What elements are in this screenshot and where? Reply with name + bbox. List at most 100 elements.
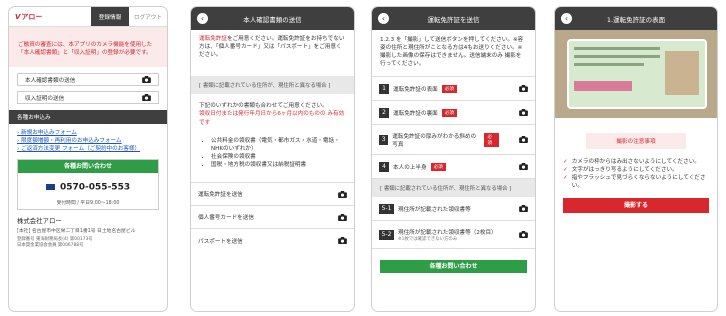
send-list: 運転免許証を送信 個人番号カードを送信 パスポートを送信 [191, 182, 354, 252]
link-label: 限度額増額・再利用のお申込みフォーム [21, 138, 122, 145]
section-title: 各種お申込み [9, 110, 167, 125]
header: ‹ 運転免許証を送信 [372, 7, 535, 30]
tab-registration[interactable]: 登録情報 [91, 7, 129, 26]
instructions: 1.2.3 を「撮影」して送信ボタンを押してください。※容姿の住所と現住所がこと… [380, 37, 524, 68]
page-title: 運転免許証を送信 [427, 15, 480, 24]
camera-icon [338, 190, 347, 198]
page-title: 1.運転免許証の表面 [606, 15, 666, 24]
check-list: ✓ カメラの枠からはみ出さないようにしてください。 ✓ 文字がはっきり写るようにして… [555, 149, 717, 190]
address-band: [ 書類に記載されている住所が、現住所と異なる場合 ] [372, 179, 535, 198]
step-label: 運転免許証の表面 [393, 86, 438, 93]
contact-button[interactable]: 各種お問い合わせ [380, 260, 527, 274]
step-note: ※1枚では確認できない方のみ [398, 236, 458, 242]
screen-license-front: ‹ 1.運転免許証の表面 撮影の注意事項 ✓ カメラの枠からはみ出さないようにして… [554, 6, 718, 312]
link-label: ご返済方法変更 フォーム（ご契約中のお客様） [21, 146, 141, 153]
intro-highlight: 運転免許証 [199, 36, 227, 42]
camera-icon [519, 231, 528, 239]
upload-list: 本人確認書類の送信 収入証明の送信 [9, 67, 167, 110]
back-icon[interactable]: ‹ [561, 13, 572, 24]
header: ‹ 1.運転免許証の表面 [555, 7, 717, 30]
step-number: 5-2 [379, 229, 394, 240]
contact-box: 各種お問い合わせ 0570-055-553 受付時間 / 平日9:00〜18:0… [17, 158, 159, 210]
back-icon[interactable]: ‹ [378, 13, 389, 24]
check-text: 文字がはっきり写るようにしてください。 [571, 167, 678, 174]
camera-preview [555, 30, 717, 118]
camera-icon [519, 136, 528, 144]
camera-icon [519, 205, 528, 213]
screen-id-documents: ‹ 本人確認書類の送信 運転免許証をご用意ください。運転免許証をお持ちでない方は… [190, 6, 355, 312]
required-badge: 必須 [441, 84, 457, 93]
upload-id-button[interactable]: 本人確認書類の送信 [17, 73, 159, 87]
step-label: 運転免許証の厚みがわかる斜めの写真 [392, 133, 477, 148]
photo-icon [665, 51, 699, 95]
link-label: 新規お申込みフォーム [21, 130, 77, 137]
send-license-button[interactable]: 運転免許証を送信 [191, 183, 354, 207]
upload-income-button[interactable]: 収入証明の送信 [17, 91, 159, 105]
camera-icon [338, 213, 347, 221]
step-number: 4 [379, 161, 389, 172]
send-mynumber-button[interactable]: 個人番号カードを送信 [191, 206, 354, 230]
list-item: 社会保険の領収書 [211, 153, 346, 161]
card-stripe [574, 81, 632, 91]
step-number: 5-1 [379, 203, 394, 214]
notice-text: ご融資の審査には、本アプリのカメラ機能を使用した「本人確認書類」と「収入証明」の… [18, 42, 153, 57]
caution-area: 撮影の注意事項 [555, 118, 717, 149]
step-number: 2 [379, 107, 389, 118]
address-band: [ 書類に記載されている住所が、現住所と異なる場合 ] [191, 76, 354, 95]
note-text: 下記のいずれかの書類も合わせてご用意ください。 [199, 103, 328, 110]
required-badge: 必須 [430, 162, 446, 171]
card-line [574, 55, 660, 58]
association-number: 日本貸金業協会会員 第006788号 [17, 242, 84, 248]
send-label: パスポートを送信 [198, 238, 243, 245]
camera-icon [519, 163, 528, 171]
step-4[interactable]: 4 本人の上半身 必須 [372, 155, 535, 180]
check-icon: ✓ [563, 167, 568, 174]
step-2[interactable]: 2 運転免許証の裏面 必須 [372, 101, 535, 126]
required-badge: 必須 [484, 132, 499, 147]
camera-icon [519, 85, 528, 93]
bullet-list: 公共料金の領収書（電気・都市ガス・水道・電話・NHKのいずれか） 社会保険の領収… [211, 137, 346, 169]
check-icon: ✓ [563, 159, 568, 165]
camera-icon [142, 76, 151, 84]
phone-row[interactable]: 0570-055-553 [18, 173, 158, 199]
step-1[interactable]: 1 運転免許証の表面 必須 [372, 77, 535, 102]
step-label: 現住所が記載された領収書等（2枚目） [398, 229, 497, 236]
card-line [574, 63, 644, 66]
check-icon: ✓ [563, 175, 568, 182]
back-icon[interactable]: ‹ [197, 13, 208, 24]
contact-button[interactable]: 各種お問い合わせ [18, 159, 158, 173]
top-bar: V アロー 登録情報 ログアウト [9, 7, 167, 27]
check-item: ✓ カメラの枠からはみ出さないようにしてください。 [563, 158, 709, 166]
caution-label[interactable]: 撮影の注意事項 [586, 133, 686, 149]
note-warning: 領収日付または発行年月日から6ヶ月以内のものの み有効です [199, 111, 345, 126]
send-label: 運転免許証を送信 [198, 192, 243, 199]
check-item: ✓ 文字がはっきり写るようにしてください。 [563, 166, 709, 174]
screen-home: V アロー 登録情報 ログアウト ご融資の審査には、本アプリのカメラ機能を使用した… [8, 6, 168, 312]
shoot-button[interactable]: 撮影する [563, 198, 709, 214]
link-increase-limit[interactable]: › 限度額増額・再利用のお申込みフォーム [17, 137, 159, 145]
notice-box: ご融資の審査には、本アプリのカメラ機能を使用した「本人確認書類」と「収入証明」の… [9, 27, 167, 68]
step-5-1[interactable]: 5-1 現住所が記載された領収書等 [372, 197, 535, 222]
upload-income-label: 収入証明の送信 [25, 95, 65, 102]
step-list: 1 運転免許証の表面 必須 2 運転免許証の裏面 必須 3 運転免許証の厚みがわかる斜めの… [372, 76, 535, 180]
card-line [574, 47, 660, 50]
page-title: 本人確認書類の送信 [243, 15, 302, 24]
step-number: 1 [379, 83, 389, 94]
check-text: カメラの枠からはみ出さないようにしてください。 [571, 159, 700, 165]
step-label: 運転免許証の裏面 [393, 110, 438, 117]
step-label: 本人の上半身 [393, 164, 427, 171]
link-new-application[interactable]: › 新規お申込みフォーム [17, 129, 159, 137]
camera-icon [519, 109, 528, 117]
camera-icon [142, 94, 151, 102]
tab-logout[interactable]: ログアウト [129, 7, 167, 26]
company-address: [本社] 名古屋市中区栄二丁目1番1号 日土地名古屋ビル [17, 228, 136, 234]
company-info: 株式会社アロー [本社] 名古屋市中区栄二丁目1番1号 日土地名古屋ビル 登録番… [9, 210, 167, 254]
check-text: 指やフラッシュで見づらくならないようにしてください。 [571, 175, 706, 190]
intro: 運転免許証をご用意ください。運転免許証をお持ちでない方は、「個人番号カード」又は… [191, 30, 354, 64]
send-passport-button[interactable]: パスポートを送信 [191, 229, 354, 252]
link-list: › 新規お申込みフォーム › 限度額増額・再利用のお申込みフォーム › ご返済方… [9, 124, 167, 158]
step-5-2[interactable]: 5-2 現住所が記載された領収書等（2枚目） ※1枚では確認できない方のみ [372, 221, 535, 250]
address-notes: 下記のいずれかの書類も合わせてご用意ください。 領収日付または発行年月日から6ヶ… [191, 94, 354, 173]
step-3[interactable]: 3 運転免許証の厚みがわかる斜めの写真 必須 [372, 125, 535, 156]
link-repayment-change[interactable]: › ご返済方法変更 フォーム（ご契約中のお客様） [17, 145, 159, 153]
